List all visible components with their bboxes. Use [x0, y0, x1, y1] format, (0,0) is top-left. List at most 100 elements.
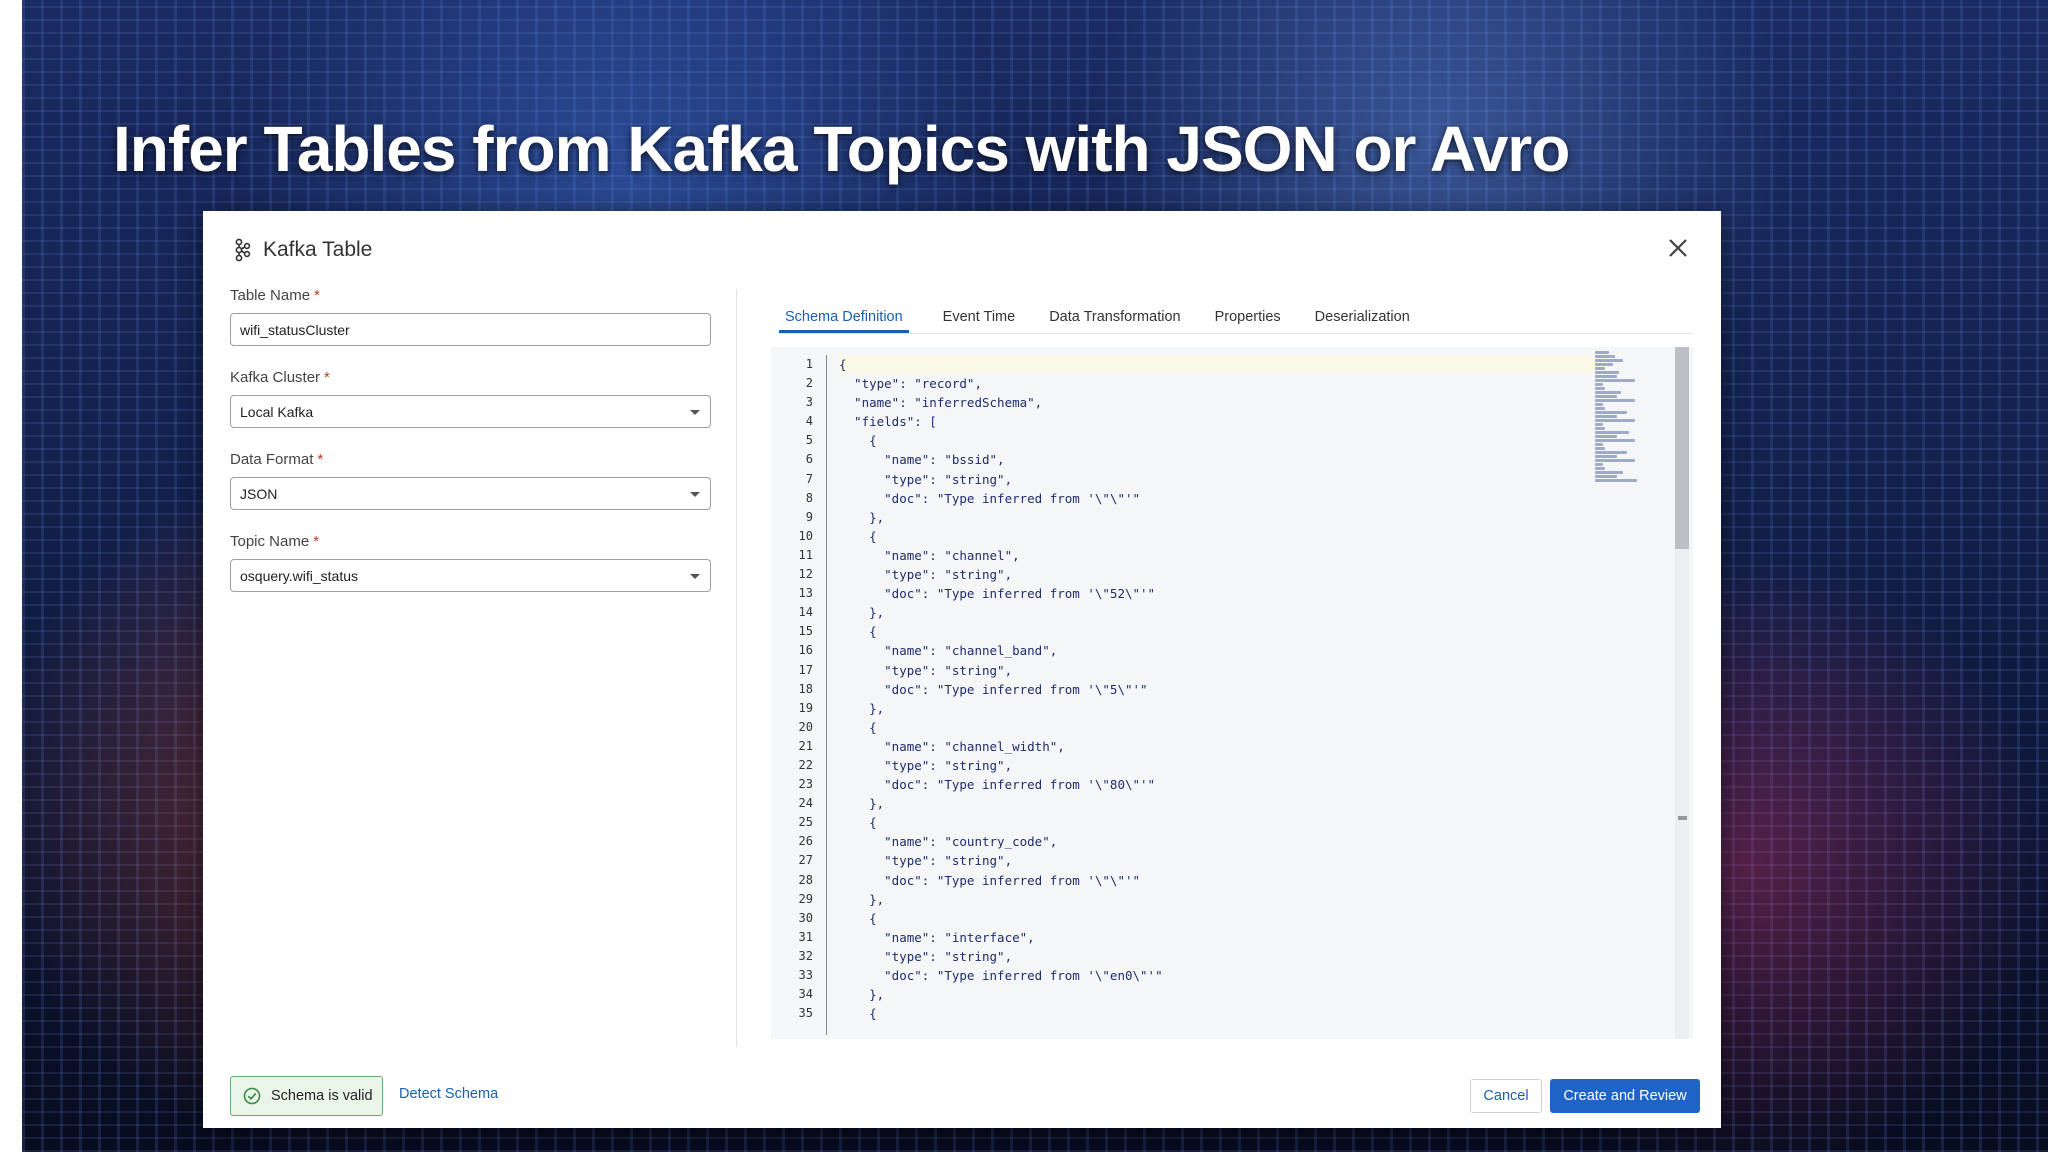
- minimap-line: [1595, 439, 1635, 442]
- minimap-line: [1595, 351, 1609, 354]
- code-line: "doc": "Type inferred from '\"5\"'": [839, 681, 1148, 697]
- data-format-select[interactable]: JSON: [230, 477, 711, 510]
- minimap-line: [1595, 471, 1623, 474]
- editor-minimap[interactable]: [1595, 351, 1657, 482]
- chevron-down-icon: [690, 410, 700, 415]
- schema-valid-text: Schema is valid: [271, 1088, 373, 1104]
- code-line: "name": "interface",: [839, 929, 1035, 945]
- cancel-button[interactable]: Cancel: [1470, 1079, 1542, 1113]
- minimap-line: [1595, 423, 1603, 426]
- code-line: },: [839, 605, 885, 621]
- code-line: },: [839, 509, 885, 525]
- slide-title: Infer Tables from Kafka Topics with JSON…: [113, 113, 1570, 185]
- code-line: {: [839, 910, 877, 926]
- minimap-line: [1595, 463, 1603, 466]
- chevron-down-icon: [690, 574, 700, 579]
- code-line: "name": "channel_band",: [839, 643, 1058, 659]
- line-number-gutter: 1 2 3 4 5 6 7 8 9 10 11 12 13 14 15 16 17 18 19 20 21 22 23 24 2…: [771, 355, 813, 1023]
- minimap-line: [1595, 419, 1635, 422]
- schema-tabs: Schema Definition Event Time Data Transf…: [779, 301, 1693, 334]
- line-number: 27: [798, 853, 813, 868]
- code-line: "doc": "Type inferred from '\"en0\"'": [839, 968, 1163, 983]
- chevron-down-icon: [690, 492, 700, 497]
- line-number: 32: [798, 948, 813, 963]
- minimap-line: [1595, 411, 1627, 414]
- line-number: 13: [798, 586, 813, 601]
- code-line: "name": "channel",: [839, 547, 1020, 563]
- code-line: {: [839, 355, 1609, 375]
- minimap-line: [1595, 379, 1635, 382]
- minimap-line: [1595, 431, 1629, 434]
- code-line: "name": "channel_width",: [839, 738, 1065, 754]
- line-number: 33: [798, 968, 813, 982]
- code-line: "name": "bssid",: [839, 452, 1005, 468]
- scrollbar-marker: [1678, 816, 1687, 820]
- code-line: {: [839, 624, 877, 640]
- minimap-line: [1595, 355, 1615, 358]
- minimap-line: [1595, 443, 1603, 446]
- line-number: 5: [805, 433, 813, 448]
- minimap-line: [1595, 395, 1617, 398]
- code-line: {: [839, 815, 877, 831]
- tab-schema-definition[interactable]: Schema Definition: [779, 301, 909, 333]
- line-number: 15: [798, 624, 813, 639]
- line-number: 9: [805, 509, 813, 524]
- minimap-line: [1595, 407, 1605, 410]
- code-line: "fields": [: [839, 414, 937, 430]
- line-number: 25: [798, 815, 813, 830]
- line-number: 19: [798, 700, 813, 715]
- kafka-cluster-select[interactable]: Local Kafka: [230, 395, 711, 428]
- line-number: 29: [798, 891, 813, 906]
- line-number: 35: [798, 1006, 813, 1021]
- minimap-line: [1595, 371, 1619, 374]
- minimap-line: [1595, 399, 1635, 402]
- minimap-line: [1595, 455, 1617, 458]
- tab-properties[interactable]: Properties: [1215, 301, 1281, 333]
- code-line: {: [839, 719, 877, 735]
- line-number: 16: [798, 643, 813, 658]
- code-line: "type": "string",: [839, 567, 1013, 583]
- code-line: },: [839, 987, 885, 1003]
- line-number: 34: [798, 987, 813, 1002]
- code-line: "name": "inferredSchema",: [839, 395, 1043, 411]
- line-number: 7: [805, 471, 813, 486]
- code-line: "type": "string",: [839, 662, 1013, 678]
- data-format-label: Data Format *: [230, 451, 324, 468]
- schema-code-editor[interactable]: 1 2 3 4 5 6 7 8 9 10 11 12 13 14 15 16 17 18 19 20 21 22 23 24 2…: [771, 347, 1693, 1039]
- table-form: Table Name * wifi_statusCluster Kafka Clu…: [230, 287, 711, 615]
- minimap-line: [1595, 387, 1605, 390]
- tab-data-transformation[interactable]: Data Transformation: [1049, 301, 1180, 333]
- tab-deserialization[interactable]: Deserialization: [1315, 301, 1410, 333]
- create-and-review-button[interactable]: Create and Review: [1550, 1079, 1700, 1113]
- line-number: 3: [805, 395, 813, 410]
- line-number: 24: [798, 796, 813, 811]
- line-number: 31: [798, 929, 813, 944]
- minimap-line: [1595, 479, 1637, 482]
- table-name-label: Table Name *: [230, 287, 320, 304]
- minimap-line: [1595, 459, 1635, 462]
- editor-scrollbar-thumb[interactable]: [1675, 347, 1689, 549]
- gutter-divider: [826, 355, 827, 1035]
- detect-schema-link[interactable]: Detect Schema: [399, 1086, 498, 1102]
- close-icon[interactable]: [1667, 237, 1689, 259]
- code-line: },: [839, 700, 885, 716]
- line-number: 11: [798, 547, 813, 562]
- code-line: {: [839, 1006, 877, 1022]
- minimap-line: [1595, 383, 1603, 386]
- tab-event-time[interactable]: Event Time: [943, 301, 1016, 333]
- code-content[interactable]: { "type": "record", "name": "inferredSch…: [839, 355, 1619, 1023]
- minimap-line: [1595, 447, 1605, 450]
- code-line: "type": "string",: [839, 948, 1013, 964]
- code-line: },: [839, 796, 885, 812]
- line-number: 2: [805, 376, 813, 391]
- line-number: 4: [805, 414, 813, 429]
- topic-name-select[interactable]: osquery.wifi_status: [230, 559, 711, 592]
- table-name-input[interactable]: wifi_statusCluster: [230, 313, 711, 346]
- code-line: "type": "string",: [839, 853, 1013, 869]
- line-number: 28: [798, 872, 813, 887]
- code-line: "type": "string",: [839, 471, 1013, 487]
- code-line: },: [839, 891, 885, 907]
- line-number: 21: [798, 738, 813, 753]
- line-number: 23: [798, 777, 813, 792]
- code-line: "type": "record",: [839, 376, 982, 392]
